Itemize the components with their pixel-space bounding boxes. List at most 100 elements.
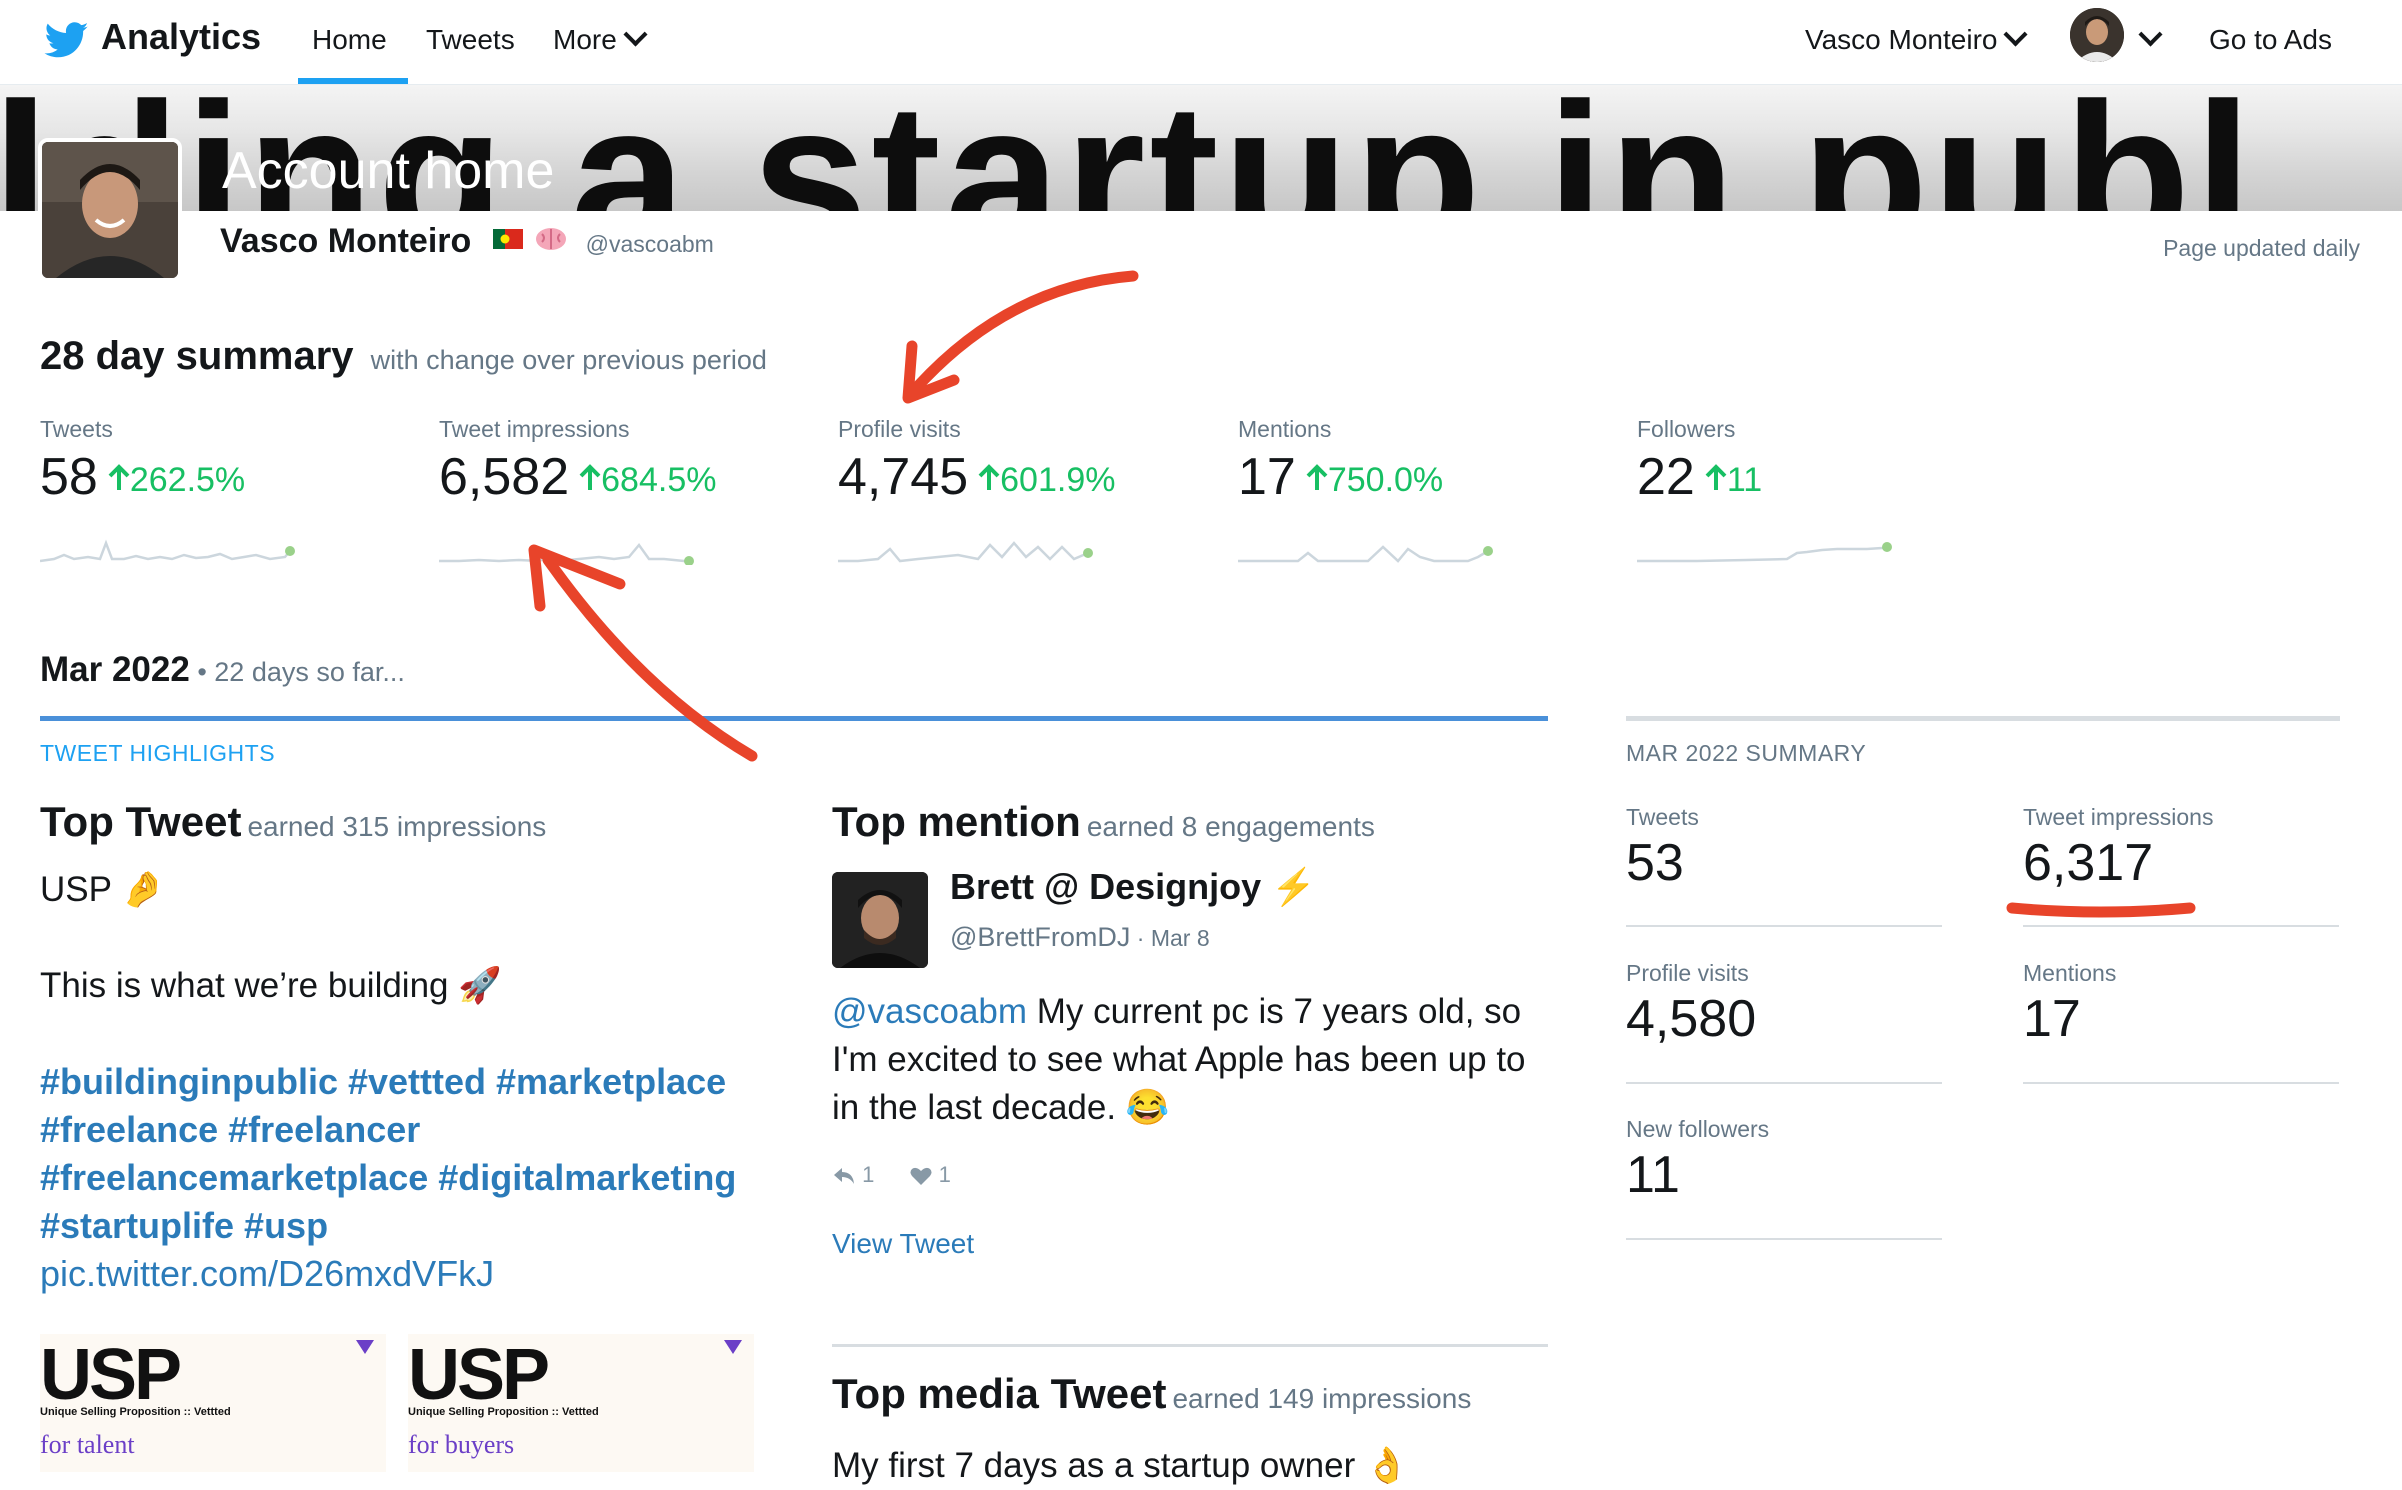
annotation-arrowhead [902, 340, 960, 404]
mention-author-meta: @BrettFromDJ · Mar 8 [950, 922, 1210, 953]
mention-avatar[interactable] [832, 872, 928, 968]
stat-divider [1626, 1238, 1942, 1240]
sparkline-tweet-impressions [439, 542, 694, 565]
metric-value: 17 [1238, 448, 1296, 506]
usp-audience: for talent [40, 1430, 135, 1459]
stat-divider [1626, 1082, 1942, 1084]
summary-stat-label: New followers [1626, 1116, 1770, 1142]
metric-value: 22 [1637, 448, 1695, 506]
top-mention-heading: Top mention earned 8 engagements [832, 798, 1375, 846]
summary-stat-label: Tweet impressions [2023, 804, 2214, 830]
nav-more-label: More [553, 24, 617, 55]
usp-caption: Unique Selling Proposition :: Vettted [40, 1406, 231, 1418]
summary-stat-value: 17 [2023, 990, 2081, 1048]
profile-photo-image [42, 142, 178, 278]
summary-stat-value: 4,580 [1626, 990, 1757, 1048]
like-count: 1 [938, 1162, 951, 1187]
top-mention-subtitle: earned 8 engagements [1086, 811, 1375, 842]
summary-stat-value: 6,317 [2023, 834, 2154, 892]
sparkline-mentions [1238, 545, 1493, 563]
nav-active-indicator [298, 78, 408, 84]
user-avatar[interactable] [2070, 8, 2124, 62]
heart-icon[interactable] [909, 1166, 933, 1186]
reply-count: 1 [862, 1162, 875, 1187]
annotation-arrow [542, 554, 758, 762]
tweet-hashtags[interactable]: #startuplife #usp [40, 1202, 760, 1250]
brand-title[interactable]: Analytics [101, 16, 261, 58]
view-tweet-link[interactable]: View Tweet [832, 1228, 974, 1260]
section-divider [832, 1344, 1548, 1347]
nav-home[interactable]: Home [312, 24, 387, 56]
metric-change-value: 262.5% [129, 461, 246, 499]
tweet-line: This is what we’re building 🚀 [40, 966, 502, 1005]
metric-change-value: 11 [1726, 461, 1763, 499]
top-nav: Analytics Home Tweets More Vasco Monteir… [0, 0, 2402, 85]
month-subtitle: • 22 days so far... [189, 657, 405, 687]
tweet-pic-link[interactable]: pic.twitter.com/D26mxdVFkJ [40, 1250, 760, 1298]
sparkline-followers [1637, 542, 1892, 563]
twitter-bird-icon[interactable] [42, 18, 92, 62]
mention-avatar-image [832, 872, 928, 968]
top-tweet-title: Top Tweet [40, 798, 242, 845]
stat-divider [2023, 1082, 2339, 1084]
sparkline-profile-visits [838, 541, 1093, 563]
stat-divider [1626, 925, 1942, 927]
top-media-text: My first 7 days as a startup owner 👌 [832, 1446, 1409, 1485]
annotation-arrow [912, 270, 1139, 392]
top-tweet-heading: Top Tweet earned 315 impressions [40, 798, 760, 846]
mention-handle-link[interactable]: @vascoabm [832, 992, 1027, 1031]
summary-stat-value: 53 [1626, 834, 1684, 892]
nav-more[interactable]: More [553, 22, 648, 56]
tweet-hashtags[interactable]: #freelancemarketplace #digitalmarketing [40, 1154, 760, 1202]
summary-title: 28 day summary [40, 334, 354, 378]
metric-value: 58 [40, 448, 98, 506]
mention-author-handle[interactable]: @BrettFromDJ [950, 922, 1130, 952]
avatar-menu-toggle[interactable] [2138, 22, 2163, 56]
summary-stat-value: 11 [1626, 1146, 1680, 1204]
metric-mentions: Mentions 17 750.0% [1238, 416, 1538, 565]
page-updated-note: Page updated daily [2163, 235, 2360, 261]
metric-change: 750.0% [1306, 461, 1443, 499]
arrow-up-icon [1306, 464, 1328, 491]
mention-text: @vascoabm My current pc is 7 years old, … [832, 988, 1552, 1132]
chevron-down-icon [623, 22, 648, 47]
month-title: Mar 2022 [40, 650, 190, 689]
chevron-down-icon [2138, 22, 2163, 47]
summary-divider [1626, 716, 2340, 721]
metric-label: Profile visits [838, 416, 961, 442]
go-to-ads-link[interactable]: Go to Ads [2209, 24, 2332, 56]
user-menu[interactable]: Vasco Monteiro [1805, 22, 2028, 56]
metric-label: Tweet impressions [439, 416, 630, 442]
month-summary-tweets: Tweets 53 [1626, 804, 1942, 893]
tweet-hashtags[interactable]: #buildinginpublic #vettted #marketplace [40, 1058, 760, 1106]
chevron-down-icon [2003, 22, 2028, 47]
sparkline-tweets [40, 539, 295, 563]
tweet-hashtags[interactable]: #freelance #freelancer [40, 1106, 760, 1154]
usp-audience: for buyers [408, 1430, 515, 1459]
reply-icon[interactable] [832, 1166, 856, 1186]
summary-stat-label: Mentions [2023, 960, 2117, 986]
mention-author-name[interactable]: Brett @ Designjoy ⚡ [950, 866, 1316, 908]
tweet-media-image[interactable]: USP Unique Selling Proposition :: Vettte… [408, 1334, 754, 1472]
tweet-media-image[interactable]: USP Unique Selling Proposition :: Vettte… [40, 1334, 386, 1472]
metric-change-value: 684.5% [601, 461, 717, 499]
top-tweet-subtitle: earned 315 impressions [247, 811, 547, 842]
metric-followers: Followers 22 11 [1637, 416, 1937, 565]
metric-change: 11 [1705, 461, 1762, 499]
brain-emoji-icon [536, 228, 567, 251]
metric-label: Tweets [40, 416, 113, 442]
mention-date: · Mar 8 [1130, 925, 1210, 951]
corner-marker-icon [356, 1340, 374, 1354]
profile-name[interactable]: Vasco Monteiro [220, 222, 471, 260]
profile-photo[interactable] [38, 138, 182, 282]
nav-tweets[interactable]: Tweets [426, 24, 515, 56]
metric-value: 6,582 [439, 448, 570, 506]
metric-profile-visits: Profile visits 4,745 601.9% [838, 416, 1138, 565]
stat-divider [2023, 925, 2339, 927]
profile-handle[interactable]: @vascoabm [586, 231, 714, 257]
avatar-image [2070, 8, 2124, 62]
metric-tweet-impressions: Tweet impressions 6,582 684.5% [439, 416, 739, 565]
metric-change: 684.5% [579, 461, 716, 499]
month-summary-label: MAR 2022 SUMMARY [1626, 740, 1867, 766]
user-menu-label: Vasco Monteiro [1805, 24, 1998, 55]
